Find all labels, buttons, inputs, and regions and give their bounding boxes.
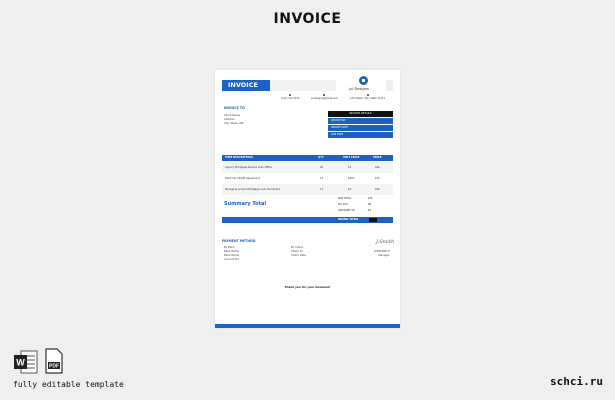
grand-total-bar: GRAND TOTAL <box>222 217 393 223</box>
bill-to-line: City, State, ZIP <box>224 122 244 125</box>
company-logo-icon <box>359 76 368 85</box>
item-unit: $300 <box>348 177 355 180</box>
company-name: Jul Designs <box>349 87 369 91</box>
summary-row-label: DISCOUNT 5% <box>338 209 356 212</box>
payment-col-bank: By Bank Bank Name Bank Name Account No <box>224 246 239 262</box>
svg-text:W: W <box>16 358 25 368</box>
email-icon <box>323 94 326 96</box>
item-price: $75 <box>375 177 380 180</box>
table-row: Managing project Mortgage Loan Document … <box>222 184 393 195</box>
contact-address-text: 123 Street, City, State 11111 <box>350 97 386 100</box>
contact-phone: (111) 111-1111 <box>281 94 300 100</box>
signature-line: Manager <box>378 254 390 257</box>
invoice-details: INVOICE DETAILS INVOICE NO. INVOICE DATE… <box>328 111 393 138</box>
title-bar-spacer <box>270 80 336 91</box>
bill-to-block: Client Name Address City, State, ZIP <box>224 114 243 126</box>
contact-address: 123 Street, City, State 11111 <box>350 94 385 100</box>
header-price: PRICE <box>373 156 382 159</box>
summary-total-label: Summary Total <box>224 201 267 207</box>
header-unit: UNIT PRICE <box>343 156 360 159</box>
item-qty: 15 <box>320 177 324 180</box>
payment-method-title: PAYMENT METHOD <box>222 239 256 243</box>
template-note: fully editable template <box>13 380 124 389</box>
page-title: INVOICE <box>273 11 342 27</box>
table-row: Agency Mortgage Service Loan Office 20 $… <box>222 162 393 173</box>
signature-block: JOHN SMITH Manager <box>374 250 390 258</box>
invoice-details-row: DUE DATE <box>328 131 393 138</box>
signature: J.Smith <box>376 239 395 245</box>
contact-email: juldesigns@gmail.com <box>311 94 338 100</box>
payment-line: Check Date <box>291 254 307 257</box>
header-qty: QTY <box>318 156 324 159</box>
item-qty: 20 <box>320 166 324 169</box>
summary-row: DISCOUNT 5% $3 <box>328 208 393 214</box>
invoice-title: INVOICE <box>222 80 270 91</box>
contact-email-text: juldesigns@gmail.com <box>311 97 338 100</box>
invoice-details-row: INVOICE NO. <box>328 117 393 124</box>
site-watermark: schci.ru <box>550 375 603 388</box>
item-desc: Managing project Mortgage Loan Document <box>225 188 280 191</box>
grand-total-label: GRAND TOTAL <box>338 218 359 221</box>
item-unit: $4 <box>348 188 352 191</box>
grand-total-value <box>369 218 377 222</box>
item-qty: 15 <box>320 188 324 191</box>
bill-to-label: INVOICE TO <box>224 106 245 110</box>
footer-bar <box>215 324 400 328</box>
location-icon <box>366 94 369 96</box>
word-icon: W <box>14 350 38 374</box>
pdf-icon: PDF <box>45 348 63 374</box>
invoice-details-row: INVOICE DATE <box>328 124 393 131</box>
item-unit: $3 <box>348 166 352 169</box>
pdf-label: PDF <box>49 364 59 370</box>
phone-icon <box>289 94 292 96</box>
items-table-header: ITEM DESCRIPTION QTY UNIT PRICE PRICE <box>222 155 393 161</box>
invoice-sheet: INVOICE Jul Designs (111) 111-1111 julde… <box>215 70 400 328</box>
item-desc: Agency Mortgage Service Loan Office <box>225 166 272 169</box>
thank-you-note: Thank you for your business! <box>284 285 331 289</box>
payment-line: Account No <box>224 258 239 261</box>
summary-row-value: $3 <box>368 209 372 212</box>
item-desc: 2020 Car LEASE Agreement <box>225 177 260 180</box>
header-desc: ITEM DESCRIPTION <box>225 156 253 159</box>
contact-phone-text: (111) 111-1111 <box>281 97 300 100</box>
item-price: $60 <box>375 188 380 191</box>
item-price: $60 <box>375 166 380 169</box>
payment-col-check: By Check Check To Check Date <box>291 246 306 258</box>
table-row: 2020 Car LEASE Agreement 15 $300 $75 <box>222 173 393 184</box>
logo-side-box <box>386 80 393 91</box>
